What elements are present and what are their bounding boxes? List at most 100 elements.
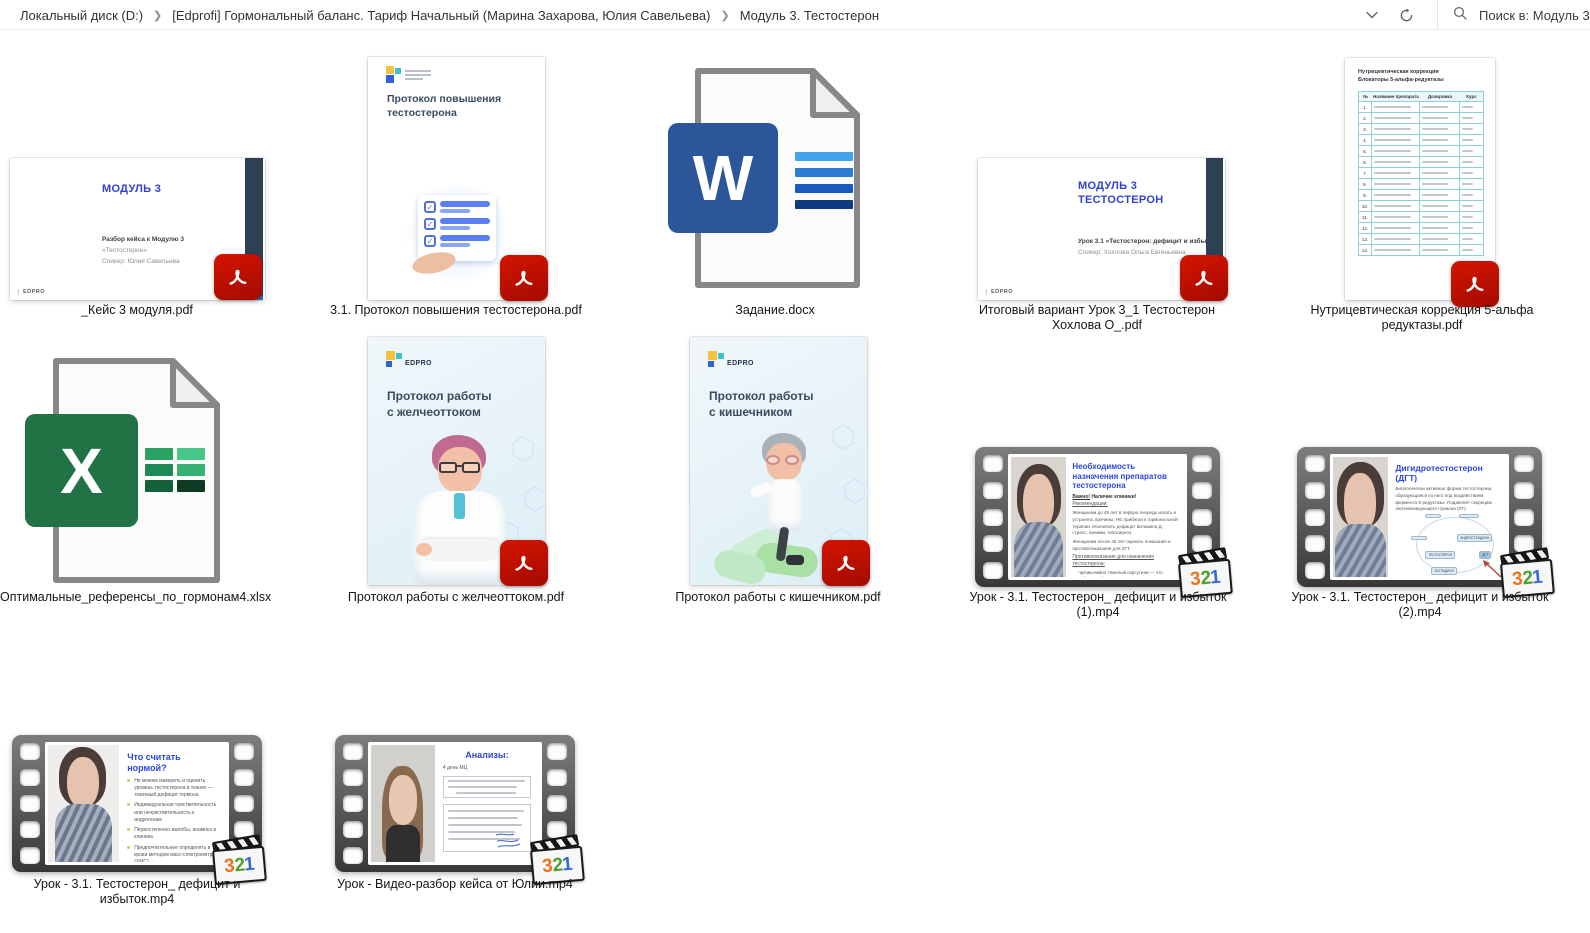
table-row: 2. <box>1358 113 1484 124</box>
pdf-badge-icon <box>1180 255 1228 301</box>
slide-title: Необходимость назначения препаратов тест… <box>1072 462 1178 491</box>
edpro-brand-label: EDPRO <box>18 289 45 295</box>
table-row: 7. <box>1358 168 1484 179</box>
checklist-illustration: ✓ ✓ ✓ <box>418 195 496 261</box>
breadcrumb-item-course[interactable]: [Edprofi] Гормональный баланс. Тариф Нач… <box>172 8 710 23</box>
hormone-diagram: АНДРОСТЕНДИОН ТЕСТОСТЕРОН ДГТ ЭСТРАДИОЛ <box>1416 517 1494 573</box>
cover-title: Протокол работы с кишечником <box>709 389 813 420</box>
slide-title: Дигидротестостерон (ДГТ) <box>1395 463 1499 483</box>
file-name: Протокол работы с кишечником.pdf <box>658 590 898 605</box>
slide-subtitle: Разбор кейса к Модулю 3 <box>102 236 184 243</box>
row-number: 13. <box>1359 234 1372 244</box>
pdf-badge-icon <box>822 540 870 586</box>
film-strip-thumbnail: Анализы: 4 день МЦ <box>335 735 575 872</box>
excel-letter: X <box>25 414 138 527</box>
table-row: 1. <box>1358 102 1484 113</box>
nutrition-table: № Название препарата Дозировка Курс 1. <box>1358 91 1484 256</box>
pdf-cover-thumbnail: EDPRO Протокол работы с желчеоттоком <box>368 337 545 585</box>
search-input[interactable]: Поиск в: Модуль 3. Т <box>1437 0 1590 30</box>
file-name: Оптимальные_референсы_по_гормонам4.xlsx <box>0 590 270 605</box>
file-explorer-window: Локальный диск (D:) ❯ [Edprofi] Гормонал… <box>0 0 1590 933</box>
word-text-lines <box>795 152 853 209</box>
slide-subtitle: 4 день МЦ <box>443 765 531 772</box>
table-header-row: № Название препарата Дозировка Курс <box>1358 91 1484 102</box>
video-frame: Анализы: 4 день МЦ <box>368 742 542 865</box>
pdf-badge-icon <box>214 254 262 300</box>
slide-content: Необходимость назначения препаратов тест… <box>1066 457 1184 577</box>
row-number: 7. <box>1359 168 1372 178</box>
slide-content: Дигидротестостерон (ДГТ) Биологически ак… <box>1388 457 1506 577</box>
slide-speaker: Спикер: Хохлова Ольга Евгеньевна <box>1078 249 1186 256</box>
table-row: 5. <box>1358 146 1484 157</box>
slide-content: Анализы: 4 день МЦ <box>435 745 539 862</box>
row-number: 12. <box>1359 223 1372 233</box>
row-number: 5. <box>1359 146 1372 156</box>
breadcrumb-separator-icon: ❯ <box>153 9 162 22</box>
pdf-slide-thumbnail: МОДУЛЬ 3 ТЕСТОСТЕРОН Урок 3.1 «Тестостер… <box>978 158 1225 300</box>
row-number: 10. <box>1359 201 1372 211</box>
row-number: 9. <box>1359 190 1372 200</box>
breadcrumb-separator-icon: ❯ <box>720 9 729 22</box>
slide-title: Анализы: <box>443 750 531 761</box>
video-frame: Что считать нормой? Не можем измерить и … <box>45 742 229 865</box>
edpro-brand-label: EDPRO <box>405 360 432 367</box>
row-number: 2. <box>1359 113 1372 123</box>
pdf-slide-thumbnail: МОДУЛЬ 3 Разбор кейса к Модулю 3 «Тестос… <box>10 158 265 300</box>
film-strip-thumbnail: Необходимость назначения препаратов тест… <box>975 447 1220 587</box>
table-row: 14. <box>1358 245 1484 256</box>
edpro-logo-icon: EDPRO <box>386 351 432 367</box>
pdf-badge-icon <box>500 540 548 586</box>
table-row: 4. <box>1358 135 1484 146</box>
file-name: Урок - 3.1. Тестостерон_ дефицит и избыт… <box>1289 590 1551 621</box>
presenter-photo <box>1011 457 1066 577</box>
row-number: 3. <box>1359 124 1372 134</box>
word-letter: W <box>668 123 778 233</box>
file-name: Урок - Видео-разбор кейса от Юлии.mp4 <box>325 877 585 892</box>
slide-title: МОДУЛЬ 3 <box>102 183 161 197</box>
table-row: 8. <box>1358 179 1484 190</box>
chevron-down-icon[interactable] <box>1358 0 1386 30</box>
row-number: 4. <box>1359 135 1372 145</box>
video-frame: Дигидротестостерон (ДГТ) Биологически ак… <box>1330 454 1509 580</box>
row-number: 14. <box>1359 245 1372 255</box>
row-number: 1. <box>1359 102 1372 112</box>
search-icon <box>1453 6 1467 25</box>
word-icon: W <box>668 68 860 290</box>
breadcrumb-item-drive[interactable]: Локальный диск (D:) <box>20 8 143 23</box>
excel-grid-cells <box>145 448 205 492</box>
video-frame: Необходимость назначения препаратов тест… <box>1008 454 1187 580</box>
lab-table <box>443 804 531 852</box>
doc-title: Нутрицевтическая коррекция Блокаторы 5-а… <box>1358 68 1444 85</box>
table-row: 12. <box>1358 223 1484 234</box>
file-name: Задание.docx <box>675 303 875 318</box>
search-text: Поиск в: Модуль 3. Т <box>1479 8 1590 23</box>
handwritten-marks <box>494 831 524 849</box>
table-row: 10. <box>1358 201 1484 212</box>
pdf-doc-thumbnail: Нутрицевтическая коррекция Блокаторы 5-а… <box>1345 58 1495 300</box>
breadcrumb-item-module[interactable]: Модуль 3. Тестостерон <box>740 8 879 23</box>
slide-quote: «Тестостерон» <box>102 247 147 254</box>
breadcrumb: Локальный диск (D:) ❯ [Edprofi] Гормонал… <box>20 0 879 30</box>
slide-content: Что считать нормой? Не можем измерить и … <box>119 745 226 862</box>
table-row: 3. <box>1358 124 1484 135</box>
slide-speaker: Спикер: Юлия Савельева <box>102 258 180 265</box>
film-strip-thumbnail: Что считать нормой? Не можем измерить и … <box>12 735 262 872</box>
file-name: Урок - 3.1. Тестостерон_ дефицит и избыт… <box>967 590 1229 621</box>
refresh-icon[interactable] <box>1392 0 1420 30</box>
film-strip-thumbnail: Дигидротестостерон (ДГТ) Биологически ак… <box>1297 447 1542 587</box>
presenter-photo <box>48 745 119 862</box>
table-row: 9. <box>1358 190 1484 201</box>
cover-title: Протокол работы с желчеоттоком <box>387 389 491 420</box>
file-name: 3.1. Протокол повышения тестостерона.pdf <box>316 303 596 318</box>
edpro-brand-label: EDPRO <box>727 360 754 367</box>
pdf-cover-thumbnail: EDPRO Протокол работы с кишечником <box>690 337 867 585</box>
row-number: 11. <box>1359 212 1372 222</box>
edpro-brand-label: EDPRO <box>986 289 1013 295</box>
pdf-cover-thumbnail: Протокол повышения тестостерона ✓ ✓ ✓ <box>368 57 545 300</box>
pdf-badge-icon <box>1451 261 1499 307</box>
edpro-logo-icon: EDPRO <box>708 351 754 367</box>
file-name: Нутрицевтическая коррекция 5-альфа редук… <box>1300 303 1544 334</box>
pdf-badge-icon <box>500 255 548 301</box>
slide-title: Что считать нормой? <box>127 752 218 774</box>
row-number: 6. <box>1359 157 1372 167</box>
